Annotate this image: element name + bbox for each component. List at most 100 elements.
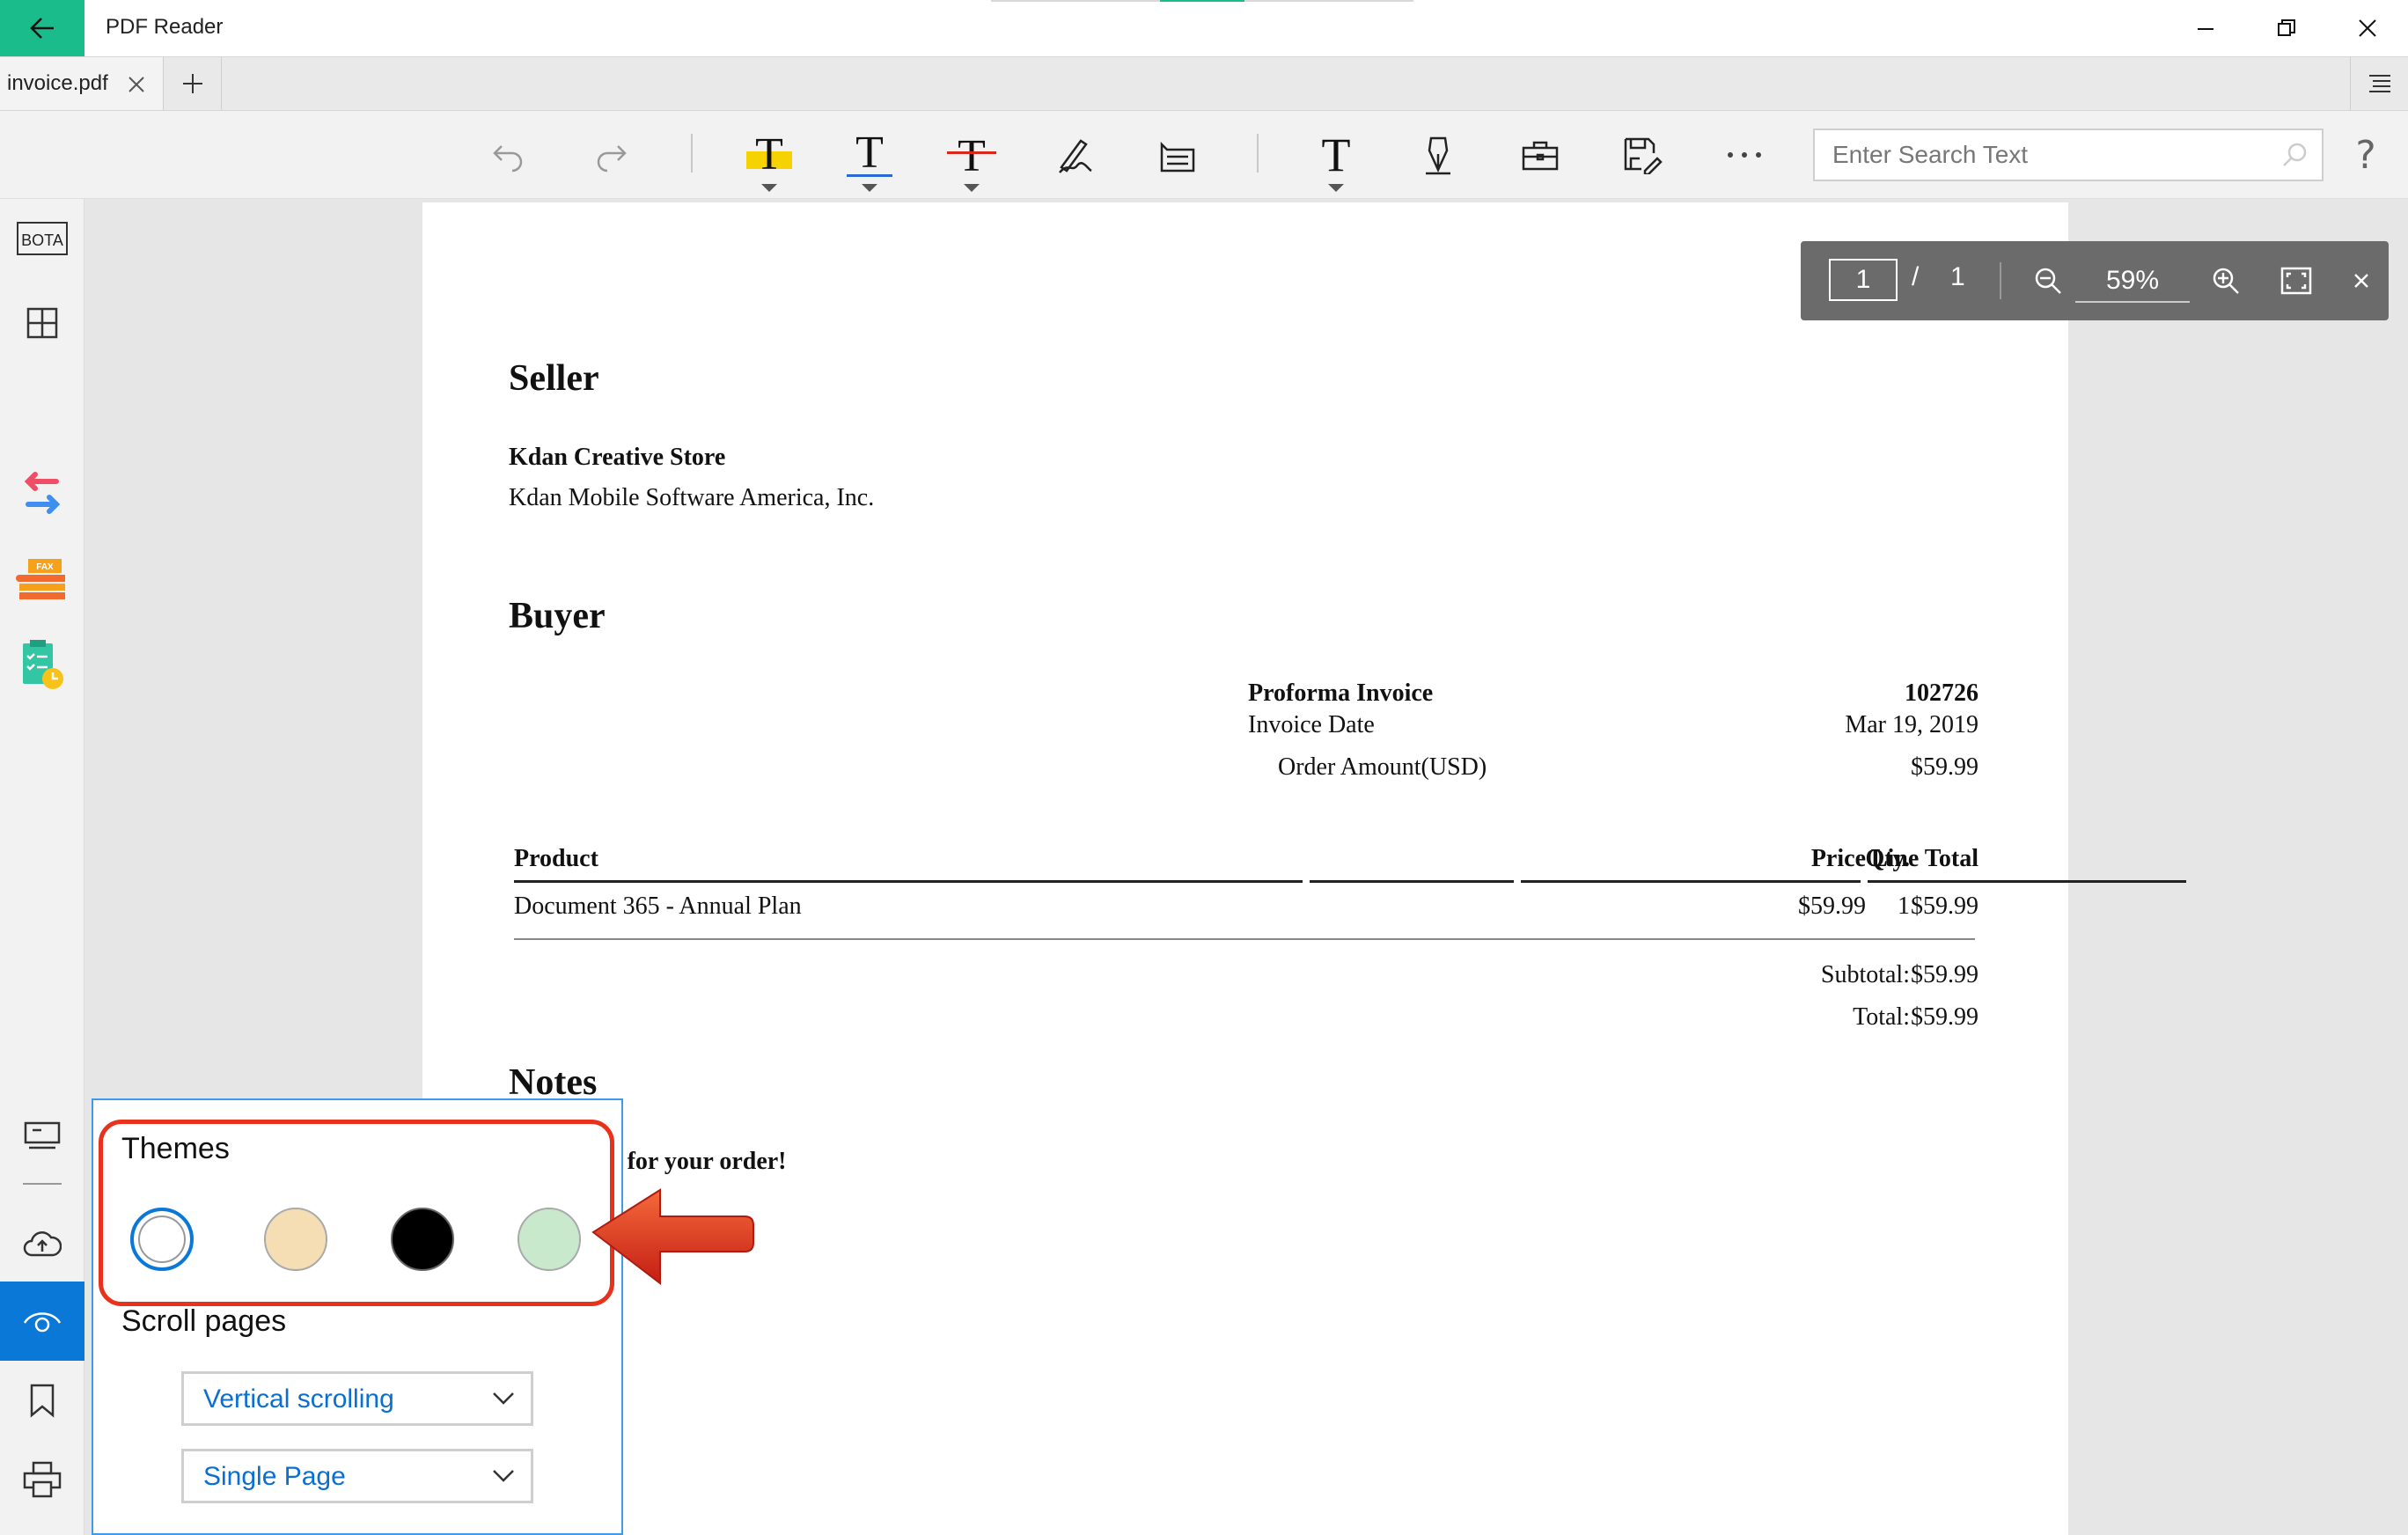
minimize-icon bbox=[2198, 28, 2213, 30]
tab-bar: invoice.pdf bbox=[0, 56, 2408, 111]
bookmark-button[interactable] bbox=[0, 1361, 84, 1440]
thumbnails-button[interactable] bbox=[0, 283, 84, 363]
table-cell-product: Document 365 - Annual Plan bbox=[514, 892, 802, 920]
page-number-input[interactable]: 1 bbox=[1829, 259, 1898, 301]
scroll-mode-dropdown[interactable]: Vertical scrolling bbox=[181, 1371, 533, 1426]
highlight-text-button[interactable]: T bbox=[736, 123, 803, 192]
briefcase-icon bbox=[1522, 141, 1559, 171]
proforma-label: Proforma Invoice bbox=[1248, 679, 1434, 707]
text-box-button[interactable] bbox=[1144, 123, 1211, 187]
print-button[interactable] bbox=[0, 1440, 84, 1519]
note-icon bbox=[1160, 141, 1195, 173]
proforma-value: 102726 bbox=[1905, 679, 1979, 707]
search-input[interactable]: Enter Search Text bbox=[1813, 129, 2324, 181]
zoom-bar-separator bbox=[2000, 262, 2001, 299]
toolbar-separator bbox=[1257, 134, 1259, 173]
table-header-product: Product bbox=[514, 845, 598, 872]
table-header-rule bbox=[1310, 880, 1514, 883]
tab-close-button[interactable] bbox=[121, 70, 151, 99]
chevron-down-icon bbox=[862, 184, 877, 192]
underline-text-button[interactable]: T bbox=[836, 123, 903, 192]
convert-button[interactable] bbox=[0, 454, 84, 533]
cloud-upload-icon bbox=[23, 1231, 62, 1257]
page-mode-dropdown[interactable]: Single Page bbox=[181, 1449, 533, 1503]
tab-list-button[interactable] bbox=[2350, 57, 2408, 110]
close-window-button[interactable] bbox=[2327, 0, 2408, 56]
zoom-in-icon bbox=[2213, 268, 2239, 294]
pdf-page[interactable]: Seller Kdan Creative Store Kdan Mobile S… bbox=[422, 202, 2186, 1535]
close-zoom-bar-button[interactable] bbox=[2339, 259, 2383, 303]
zoom-in-button[interactable] bbox=[2204, 259, 2248, 303]
more-options-button[interactable] bbox=[1711, 123, 1778, 187]
plus-icon bbox=[182, 74, 202, 93]
minimize-button[interactable] bbox=[2165, 0, 2246, 56]
back-button[interactable] bbox=[0, 0, 84, 56]
fax-label: FAX bbox=[36, 562, 54, 572]
title-accent-bar bbox=[1160, 0, 1244, 2]
table-header-rule bbox=[1521, 880, 1861, 883]
title-bar: PDF Reader bbox=[0, 0, 2408, 56]
save-button[interactable] bbox=[1609, 123, 1676, 187]
table-row-rule bbox=[514, 938, 1975, 940]
themes-highlight-box bbox=[99, 1120, 614, 1306]
strikethrough-text-button[interactable]: T bbox=[938, 123, 1005, 192]
pointer-arrow-icon bbox=[591, 1188, 754, 1286]
strikethrough-icon: T bbox=[947, 131, 996, 180]
svg-text:T: T bbox=[958, 131, 986, 180]
help-button[interactable]: ? bbox=[2341, 123, 2390, 187]
fit-screen-icon bbox=[2280, 267, 2312, 295]
cloud-upload-button[interactable] bbox=[0, 1204, 84, 1283]
tab-label: invoice.pdf bbox=[7, 71, 108, 95]
search-placeholder: Enter Search Text bbox=[1832, 141, 2029, 168]
signature-button[interactable] bbox=[1405, 123, 1472, 187]
restore-icon bbox=[2278, 19, 2295, 36]
toolbar: T T T T Enter Search Text ? bbox=[0, 111, 2408, 199]
new-tab-button[interactable] bbox=[164, 57, 222, 110]
fax-icon: FAX bbox=[16, 559, 65, 599]
order-amount-value: $59.99 bbox=[1911, 753, 1979, 781]
table-header-line-total: Line Total bbox=[1870, 845, 1979, 872]
fit-page-button[interactable] bbox=[2274, 259, 2318, 303]
seller-name: Kdan Creative Store bbox=[509, 444, 726, 471]
buyer-heading: Buyer bbox=[509, 596, 606, 636]
bota-icon: BOTA bbox=[17, 222, 68, 255]
task-list-button[interactable] bbox=[0, 625, 84, 704]
restore-button[interactable] bbox=[2246, 0, 2327, 56]
undo-icon bbox=[493, 145, 523, 173]
bota-button[interactable]: BOTA bbox=[0, 199, 84, 278]
scroll-mode-value: Vertical scrolling bbox=[203, 1384, 394, 1414]
freehand-draw-button[interactable] bbox=[1042, 123, 1109, 187]
svg-text:T: T bbox=[1322, 130, 1351, 180]
toolbox-button[interactable] bbox=[1507, 123, 1574, 187]
highlight-icon: T bbox=[746, 130, 792, 180]
chevron-down-icon bbox=[493, 1470, 514, 1482]
back-arrow-icon bbox=[30, 18, 54, 39]
more-icon bbox=[1728, 152, 1761, 158]
view-settings-button[interactable] bbox=[0, 1282, 84, 1361]
grid-icon bbox=[26, 307, 58, 339]
page-zoom-bar: 1 / 1 59% bbox=[1801, 241, 2389, 320]
page-total: 1 bbox=[1950, 262, 1965, 291]
close-icon bbox=[2354, 274, 2368, 288]
underline-icon: T bbox=[847, 130, 892, 178]
chevron-down-icon bbox=[1328, 184, 1344, 192]
zoom-level[interactable]: 59% bbox=[2075, 259, 2190, 303]
presentation-mode-button[interactable] bbox=[0, 1097, 84, 1176]
svg-text:T: T bbox=[755, 130, 783, 180]
subtotal-value: $59.99 bbox=[1911, 961, 1979, 988]
bota-label: BOTA bbox=[21, 231, 63, 249]
undo-button[interactable] bbox=[475, 123, 542, 187]
fax-button[interactable]: FAX bbox=[0, 540, 84, 620]
pen-scribble-icon bbox=[1059, 139, 1092, 173]
chevron-down-icon bbox=[964, 184, 980, 192]
table-header-rule bbox=[514, 880, 1303, 883]
seller-heading: Seller bbox=[509, 358, 599, 399]
tab-invoice[interactable]: invoice.pdf bbox=[0, 57, 164, 110]
close-icon bbox=[2359, 19, 2376, 37]
add-text-button[interactable]: T bbox=[1303, 123, 1369, 192]
zoom-out-button[interactable] bbox=[2026, 259, 2070, 303]
chevron-down-icon bbox=[493, 1392, 514, 1405]
redo-button[interactable] bbox=[577, 123, 644, 187]
invoice-date-label: Invoice Date bbox=[1248, 711, 1375, 738]
fountain-pen-icon bbox=[1426, 136, 1450, 175]
